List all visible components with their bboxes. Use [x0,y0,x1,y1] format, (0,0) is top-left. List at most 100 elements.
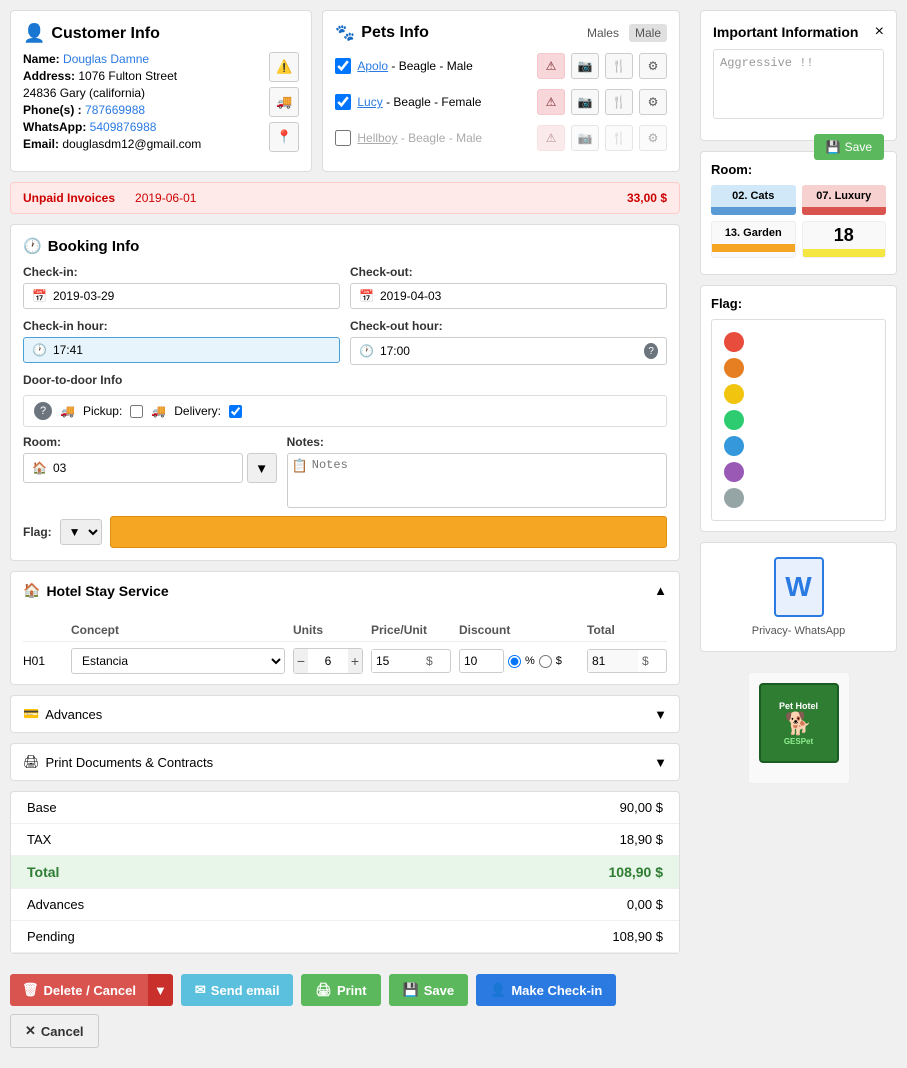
flag-yellow[interactable] [724,384,744,404]
customer-whatsapp-link[interactable]: 5409876988 [90,120,157,134]
customer-truck-button[interactable]: 🚚 [269,87,299,117]
checkout-hour-input[interactable]: 🕐 ? [350,337,667,365]
pet-warning-btn-lucy[interactable]: ⚠ [537,89,565,115]
pet-fork-btn-hellboy[interactable]: 🍴 [605,125,633,151]
discount-field[interactable] [459,649,504,673]
clock-icon: 🕐 [23,237,42,255]
checkout-group: Check-out: 📅 [350,265,667,309]
gender-filter-males[interactable]: Males [587,26,619,40]
flag-gray[interactable] [724,488,744,508]
product-box-visual: Pet Hotel 🐕 GESPet [759,683,839,763]
room-dropdown-button[interactable]: ▼ [247,453,277,483]
customer-warning-button[interactable]: ⚠️ [269,52,299,82]
print-title: 🖨 Print Documents & Contracts [23,754,213,770]
service-concept-select: Estancia [71,648,285,674]
customer-phone-link[interactable]: 787669988 [85,103,145,117]
flag-orange[interactable] [724,358,744,378]
cancel-button[interactable]: ✕ Cancel [10,1014,99,1048]
delete-button-group: 🗑 Delete / Cancel ▼ [10,974,173,1006]
pet-warning-btn-hellboy[interactable]: ⚠ [537,125,565,151]
discount-percent-radio[interactable] [508,655,521,668]
concept-dropdown[interactable]: Estancia [71,648,285,674]
notes-field[interactable] [312,458,662,503]
checkin-hour-group: Check-in hour: 🕐 [23,319,340,365]
important-textarea[interactable]: Aggressive !! [713,49,884,119]
save-button[interactable]: 💾 Save [389,974,469,1006]
checkin-field[interactable] [53,289,331,303]
discount-dollar-radio[interactable] [539,655,552,668]
checkin-input[interactable]: 📅 [23,283,340,309]
units-increment[interactable]: + [348,649,362,673]
units-stepper[interactable]: − + [293,648,363,674]
units-input[interactable] [308,650,348,672]
base-label: Base [27,800,57,815]
summary-advances-row: Advances 0,00 $ [11,889,679,921]
room-label: Room: [23,435,277,449]
checkout-hour-field[interactable] [380,344,638,358]
customer-name-link[interactable]: Douglas Damne [63,52,149,66]
important-info-card: Important Information × Aggressive !! 💾 … [700,10,897,141]
pet-checkbox-lucy[interactable] [335,94,351,110]
make-checkin-button[interactable]: 👤 Make Check-in [476,974,616,1006]
pet-camera-btn-hellboy[interactable]: 📷 [571,125,599,151]
checkout-field[interactable] [380,289,658,303]
pet-name-lucy[interactable]: Lucy [357,95,382,109]
price-input-wrapper[interactable]: $ [371,649,451,673]
delete-cancel-button[interactable]: 🗑 Delete / Cancel [10,974,148,1006]
pet-settings-btn-lucy[interactable]: ⚙ [639,89,667,115]
checkout-hour-label: Check-out hour: [350,319,667,333]
room-input[interactable]: 🏠 [23,453,243,483]
room-field[interactable] [53,461,234,475]
send-email-button[interactable]: ✉ Send email [181,974,294,1006]
privacy-whatsapp-card[interactable]: W Privacy- WhatsApp [700,542,897,652]
room-box-18: 18 [802,221,887,258]
flag-right-card: Flag: [700,285,897,532]
important-close-button[interactable]: × [875,23,884,41]
collapse-icon-advances: ▼ [654,707,667,722]
customer-address-row: Address: 1076 Fulton Street [23,69,259,83]
pet-row-apolo: Apolo - Beagle - Male ⚠ 📷 🍴 ⚙ [335,51,667,81]
pet-name-hellboy[interactable]: Hellboy [357,131,397,145]
price-field[interactable] [372,650,422,672]
checkout-input[interactable]: 📅 [350,283,667,309]
total-value: 108,90 $ [609,864,664,880]
checkin-hour-label: Check-in hour: [23,319,340,333]
delivery-checkbox[interactable] [229,405,242,418]
pet-fork-btn-apolo[interactable]: 🍴 [605,53,633,79]
pet-fork-btn-lucy[interactable]: 🍴 [605,89,633,115]
flag-purple[interactable] [724,462,744,482]
pickup-checkbox[interactable] [130,405,143,418]
flag-blue[interactable] [724,436,744,456]
flag-select[interactable]: ▼ [60,519,102,545]
room-card-title: Room: [711,162,886,177]
important-save-button[interactable]: 💾 Save [814,134,884,160]
flag-red[interactable] [724,332,744,352]
room-cats-label: 02. Cats [711,185,796,207]
checkin-hour-field[interactable] [53,343,331,357]
room-group: Room: 🏠 ▼ [23,435,277,508]
pet-settings-btn-apolo[interactable]: ⚙ [639,53,667,79]
pet-name-apolo[interactable]: Apolo [357,59,388,73]
advances-header[interactable]: 💳 Advances ▼ [11,696,679,732]
print-button[interactable]: 🖨 Print [301,974,380,1006]
pet-checkbox-apolo[interactable] [335,58,351,74]
print-header[interactable]: 🖨 Print Documents & Contracts ▼ [11,744,679,780]
hotel-stay-header[interactable]: 🏠 Hotel Stay Service ▲ [11,572,679,609]
pet-warning-btn-apolo[interactable]: ⚠ [537,53,565,79]
truck-icon-pickup: 🚚 [60,404,75,418]
pet-camera-btn-apolo[interactable]: 📷 [571,53,599,79]
important-info-header: Important Information × [713,23,884,41]
email-icon: ✉ [195,982,206,998]
pet-settings-btn-hellboy[interactable]: ⚙ [639,125,667,151]
flag-green[interactable] [724,410,744,430]
truck-icon-delivery: 🚚 [151,404,166,418]
flag-row: Flag: ▼ [23,516,667,548]
calendar-icon-checkin: 📅 [32,289,47,303]
service-units: − + [293,648,363,674]
pet-checkbox-hellboy[interactable] [335,130,351,146]
delete-dropdown-button[interactable]: ▼ [148,974,173,1006]
checkin-hour-input[interactable]: 🕐 [23,337,340,363]
units-decrement[interactable]: − [294,649,308,673]
customer-location-button[interactable]: 📍 [269,122,299,152]
pet-camera-btn-lucy[interactable]: 📷 [571,89,599,115]
